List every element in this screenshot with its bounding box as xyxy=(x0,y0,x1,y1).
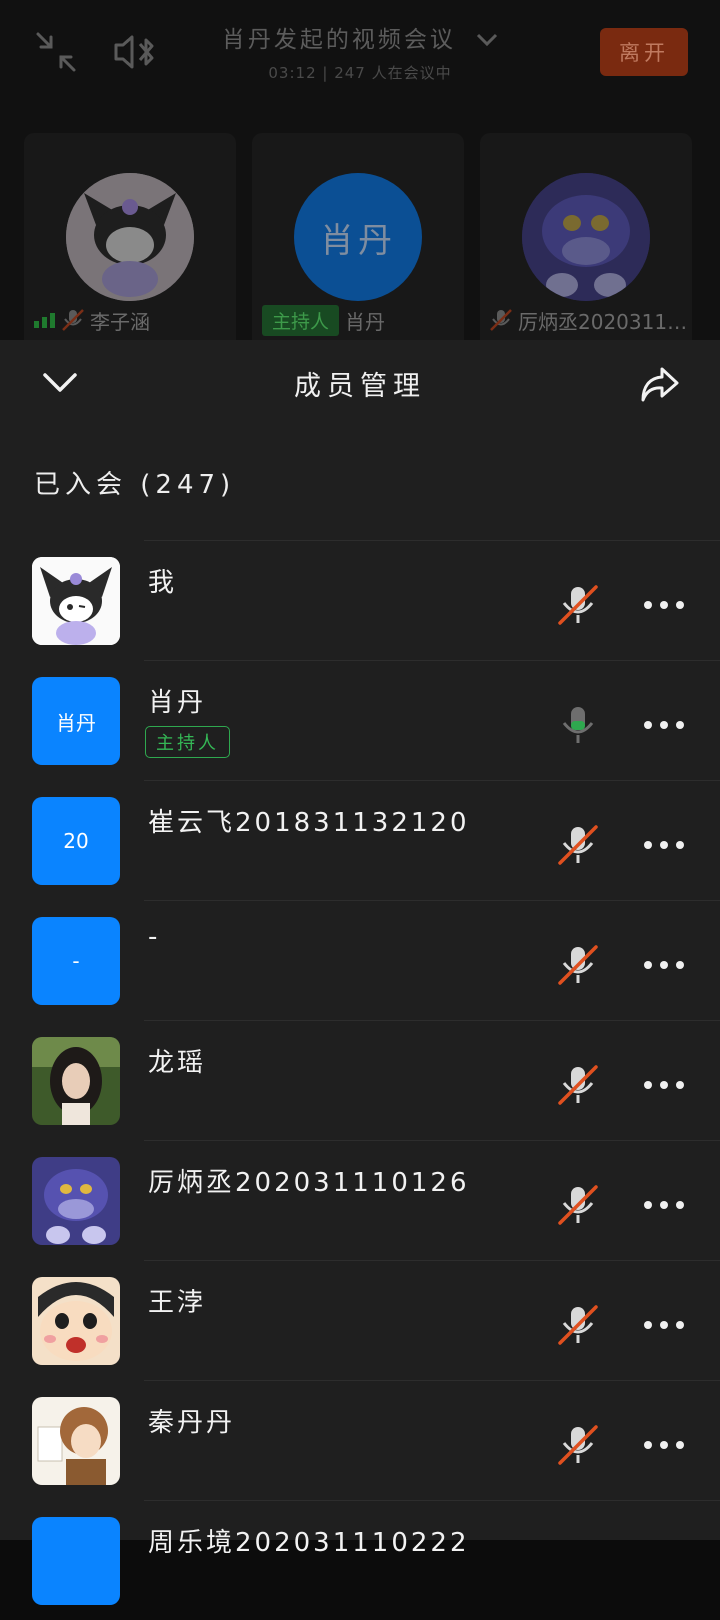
avatar xyxy=(32,1517,120,1605)
row-divider xyxy=(144,1500,720,1501)
video-tile[interactable]: 李子涵 xyxy=(24,133,236,340)
panel-header: 成员管理 xyxy=(0,340,720,428)
member-name: 我 xyxy=(148,568,178,598)
mic-muted-icon[interactable] xyxy=(556,583,600,627)
signal-icon xyxy=(34,313,55,328)
row-divider xyxy=(144,1020,720,1021)
member-row[interactable]: 20 崔云飞201831132120 xyxy=(0,780,720,900)
host-badge: 主持人 xyxy=(262,304,340,336)
joined-count-label: 已入会 (247) xyxy=(34,470,236,500)
video-tile[interactable]: 肖丹 主持人 肖丹 xyxy=(252,133,464,340)
avatar xyxy=(32,1277,120,1365)
avatar xyxy=(32,1037,120,1125)
mic-muted-icon[interactable] xyxy=(556,1303,600,1347)
row-divider xyxy=(144,900,720,901)
row-divider xyxy=(144,540,720,541)
member-name: 秦丹丹 xyxy=(148,1408,236,1438)
mic-muted-icon[interactable] xyxy=(556,823,600,867)
mic-muted-icon[interactable] xyxy=(556,1423,600,1467)
mic-muted-icon[interactable] xyxy=(556,1063,600,1107)
avatar xyxy=(522,173,650,301)
avatar: - xyxy=(32,917,120,1005)
row-divider xyxy=(144,1380,720,1381)
more-options-icon[interactable] xyxy=(642,718,686,732)
kuromi-avatar-image xyxy=(32,557,120,645)
more-options-icon[interactable] xyxy=(642,1078,686,1092)
member-list: 我 肖丹 肖丹 主持人 20 崔云飞201831132120 - - 龙瑶 厉炳… xyxy=(0,540,720,1620)
member-row[interactable]: 秦丹丹 xyxy=(0,1380,720,1500)
photo-avatar-image xyxy=(32,1037,120,1125)
tom-cat-avatar-image xyxy=(32,1157,120,1245)
meeting-header: 肖丹发起的视频会议 03:12 | 247 人在会议中 离开 李子涵 肖丹 主持… xyxy=(0,0,720,340)
video-tile[interactable]: 厉炳丞2020311… xyxy=(480,133,692,340)
more-options-icon[interactable] xyxy=(642,1318,686,1332)
leave-button[interactable]: 离开 xyxy=(600,28,688,76)
mic-muted-icon[interactable] xyxy=(556,943,600,987)
row-divider xyxy=(144,780,720,781)
more-options-icon[interactable] xyxy=(642,598,686,612)
member-panel: 成员管理 已入会 (247) 我 肖丹 肖丹 主持人 20 崔云飞2018311… xyxy=(0,340,720,1605)
member-name: 肖丹 xyxy=(148,688,207,718)
tile-caption: 厉炳丞2020311… xyxy=(490,305,687,335)
chevron-down-icon xyxy=(477,33,498,47)
more-options-icon[interactable] xyxy=(642,838,686,852)
kuromi-avatar-image xyxy=(66,173,194,301)
shinchan-avatar-image xyxy=(32,1277,120,1365)
share-icon[interactable] xyxy=(640,365,680,403)
row-divider xyxy=(144,660,720,661)
member-row[interactable]: 王浡 xyxy=(0,1260,720,1380)
tile-caption: 主持人 肖丹 xyxy=(262,304,386,336)
panel-title: 成员管理 xyxy=(294,371,426,402)
member-name: - xyxy=(148,922,161,952)
mic-muted-icon xyxy=(490,309,512,331)
mic-muted-icon[interactable] xyxy=(556,1183,600,1227)
avatar: 肖丹 xyxy=(32,677,120,765)
member-row[interactable]: - - xyxy=(0,900,720,1020)
avatar: 20 xyxy=(32,797,120,885)
avatar: 肖丹 xyxy=(294,173,422,301)
participant-name: 肖丹 xyxy=(345,309,386,334)
member-name: 厉炳丞202031110126 xyxy=(148,1168,470,1198)
tile-caption: 李子涵 xyxy=(34,305,150,335)
tom-cat-avatar-image xyxy=(522,173,650,301)
participant-name: 李子涵 xyxy=(90,309,150,334)
member-name: 崔云飞201831132120 xyxy=(148,808,470,838)
avatar xyxy=(32,557,120,645)
member-name: 王浡 xyxy=(148,1288,207,1318)
host-tag: 主持人 xyxy=(145,726,230,758)
anime-avatar-image xyxy=(32,1397,120,1485)
member-name: 龙瑶 xyxy=(148,1048,207,1078)
row-divider xyxy=(144,1140,720,1141)
row-divider xyxy=(144,1260,720,1261)
member-row[interactable]: 龙瑶 xyxy=(0,1020,720,1140)
more-options-icon[interactable] xyxy=(642,958,686,972)
participant-name: 厉炳丞2020311… xyxy=(518,309,688,334)
member-row[interactable]: 厉炳丞202031110126 xyxy=(0,1140,720,1260)
more-options-icon[interactable] xyxy=(642,1198,686,1212)
more-options-icon[interactable] xyxy=(642,1438,686,1452)
mic-on-icon[interactable] xyxy=(556,703,600,747)
avatar xyxy=(32,1397,120,1485)
mic-muted-icon xyxy=(62,309,84,331)
avatar xyxy=(32,1157,120,1245)
meeting-title-text: 肖丹发起的视频会议 xyxy=(221,27,456,53)
member-row[interactable]: 我 xyxy=(0,540,720,660)
member-row[interactable]: 肖丹 肖丹 主持人 xyxy=(0,660,720,780)
member-name: 周乐境202031110222 xyxy=(148,1528,470,1558)
avatar xyxy=(66,173,194,301)
member-row[interactable]: 周乐境202031110222 xyxy=(0,1500,720,1620)
